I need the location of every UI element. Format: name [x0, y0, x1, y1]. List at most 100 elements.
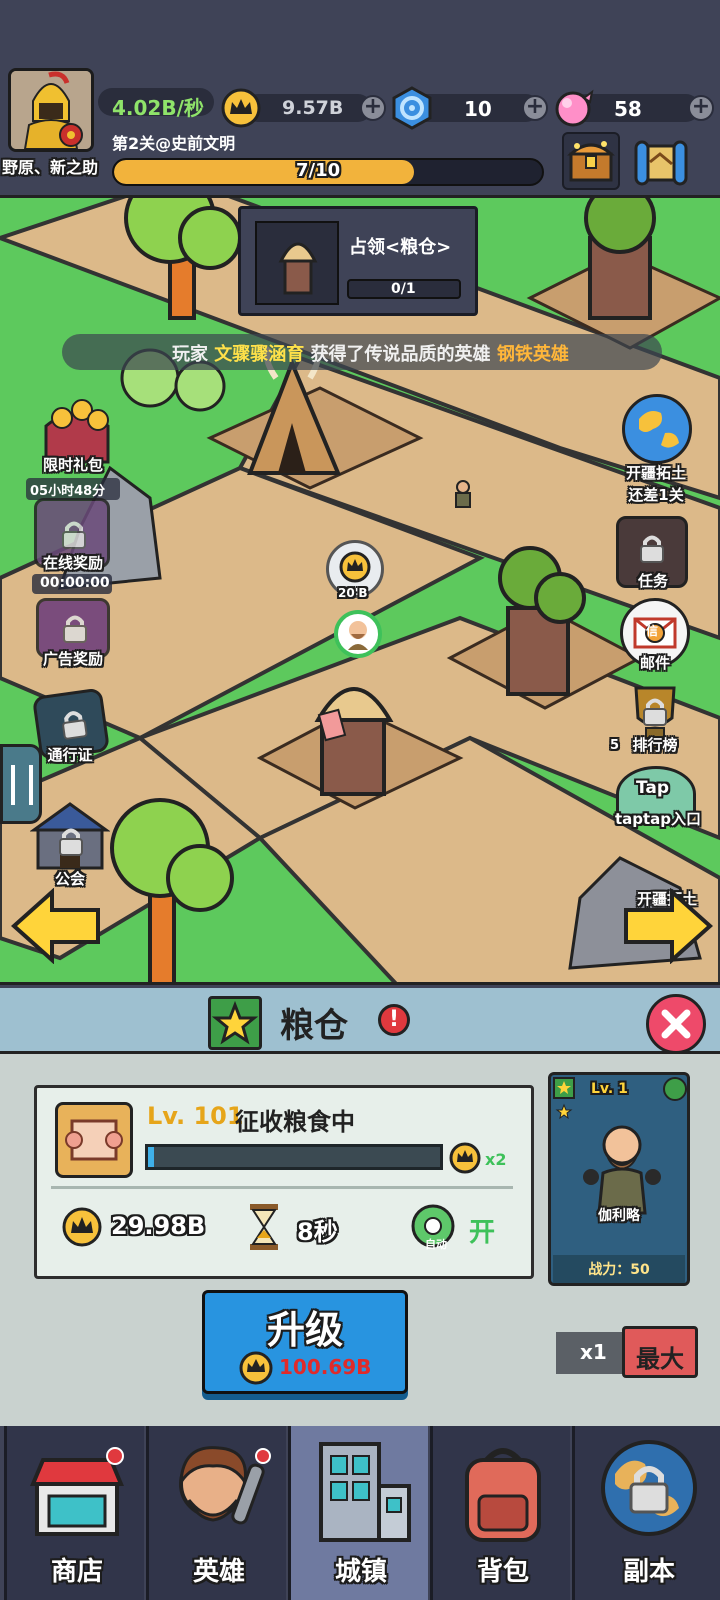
- map-scroll-button[interactable]: [630, 132, 692, 190]
- candy-count: 58: [614, 97, 642, 121]
- limited-gift-timer: 05小时48分: [30, 484, 106, 499]
- lock-icon: [61, 519, 87, 549]
- nav-town-label: 城镇: [334, 1557, 387, 1587]
- building-status: 征收粮食中: [235, 1108, 355, 1136]
- mail-badge-text: 信: [646, 624, 659, 638]
- upgrade-button[interactable]: 升级 100.69B: [202, 1290, 408, 1394]
- taptap-label: taptap入口: [614, 810, 702, 828]
- mail-label: 邮件: [639, 654, 670, 672]
- limited-gift-label: 限时礼包: [42, 456, 103, 474]
- gem-count: 10: [464, 97, 492, 121]
- villager-sprite: [452, 480, 474, 512]
- leaderboard-label: 排行榜: [632, 736, 678, 754]
- assigned-hero-card[interactable]: Lv. 1 伽利略 战力：50: [548, 1072, 690, 1286]
- nav-town[interactable]: 城镇: [288, 1426, 428, 1600]
- alert-icon[interactable]: !: [378, 1004, 410, 1036]
- crown-icon: [239, 1351, 273, 1385]
- crown-icon: [220, 88, 262, 128]
- guild-button[interactable]: [29, 798, 111, 874]
- lock-icon: [59, 707, 89, 740]
- add-candy-button[interactable]: +: [688, 95, 714, 121]
- upgrade-cost: 100.69B: [279, 1355, 372, 1379]
- nav-shop-label: 商店: [50, 1557, 103, 1587]
- quest-panel[interactable]: 占领<粮仓> 0/1: [238, 206, 478, 316]
- collect-progress-fill: [148, 1147, 154, 1167]
- hero-level: Lv. 1: [591, 1081, 628, 1097]
- lock-icon: [58, 826, 84, 856]
- expand-territory-button[interactable]: [622, 394, 692, 464]
- treasure-chest-button[interactable]: [562, 132, 620, 190]
- building-level: Lv. 101: [147, 1102, 244, 1130]
- top-hud: 4.02B/秒 9.57B + 10 + 58 + 第2关@史前文明 野原、新之…: [0, 0, 720, 195]
- building-info-card: Lv. 101 征收粮食中 x2 29.98B 8秒 自动 开: [34, 1085, 534, 1279]
- quantity-label: x1: [580, 1340, 607, 1364]
- collect-multiplier: x2: [485, 1150, 507, 1169]
- hero-class-icon: [663, 1077, 687, 1101]
- candy-icon: [552, 88, 594, 130]
- online-reward-timer: 00:00:00: [40, 575, 110, 591]
- lock-icon: [62, 613, 88, 643]
- stage-progress-fill: [114, 160, 414, 184]
- max-label: 最大: [636, 1345, 684, 1373]
- game-map[interactable]: 占领<粮仓> 0/1 玩家 文骤骤涵育 获得了传说品质的英雄 钢铁英雄 20'B…: [0, 195, 720, 985]
- granary-quest-icon: [255, 221, 339, 305]
- auto-label: 自动: [425, 1238, 447, 1251]
- left-arrow-button[interactable]: [10, 887, 102, 965]
- crown-icon: [61, 1206, 103, 1248]
- add-gold-button[interactable]: +: [360, 95, 386, 121]
- quest-progress-text: 0/1: [391, 281, 416, 297]
- panel-header: 粮仓 !: [0, 988, 720, 1054]
- nav-dungeon-label: 副本: [622, 1557, 675, 1587]
- nav-heroes[interactable]: 英雄: [146, 1426, 286, 1600]
- quest-log-label: 任务: [637, 572, 668, 590]
- nav-heroes-label: 英雄: [192, 1557, 245, 1587]
- right-arrow-button[interactable]: [622, 887, 714, 965]
- production-timer: 8秒: [297, 1218, 338, 1246]
- caveman-icon: [163, 1434, 275, 1546]
- income-rate: 4.02B/秒: [112, 96, 204, 120]
- star-badge-icon: [208, 996, 262, 1050]
- production-amount: 29.98B: [111, 1212, 206, 1240]
- region-name: 野原、新之助: [2, 158, 99, 177]
- gold-amount: 9.57B: [282, 97, 344, 119]
- shop-icon: [27, 1444, 127, 1544]
- guild-label: 公会: [54, 870, 85, 888]
- expand-territory-sub: 还差1关: [628, 486, 684, 504]
- scroll-item-icon: [55, 1102, 133, 1178]
- auto-state[interactable]: 开: [469, 1212, 495, 1249]
- nav-shop[interactable]: 商店: [4, 1426, 144, 1600]
- nav-dungeon[interactable]: 副本: [572, 1426, 720, 1600]
- panel-title: 粮仓: [280, 1006, 348, 1046]
- add-gems-button[interactable]: +: [522, 95, 548, 121]
- hero-name: 伽利略: [598, 1208, 640, 1224]
- stage-title: 第2关@史前文明: [112, 134, 236, 153]
- hourglass-icon: [247, 1202, 281, 1252]
- nav-backpack-label: 背包: [476, 1557, 529, 1587]
- building-icon: [305, 1436, 417, 1546]
- ad-reward-label: 广告奖励: [42, 650, 103, 668]
- lock-icon: [639, 533, 665, 563]
- swirl-gem-icon: [390, 86, 434, 130]
- close-button[interactable]: [646, 994, 706, 1054]
- expand-territory-label: 开疆拓土: [625, 464, 686, 482]
- star-icon: [553, 1077, 575, 1099]
- stage-progress-text: 7/10: [296, 160, 341, 181]
- player-avatar[interactable]: [8, 68, 94, 152]
- card-divider: [51, 1186, 513, 1189]
- lock-icon: [642, 696, 668, 726]
- online-reward-label: 在线奖励: [42, 554, 103, 572]
- nav-backpack[interactable]: 背包: [430, 1426, 570, 1600]
- bottom-nav: 商店 英雄 城镇 背包 副本: [0, 1426, 720, 1600]
- small-star-icon: [555, 1103, 573, 1121]
- hero-bubble-avatar[interactable]: [334, 610, 382, 658]
- upgrade-label: 升级: [266, 1308, 343, 1352]
- max-button[interactable]: 最大: [622, 1326, 698, 1378]
- quest-title: 占领<粮仓>: [349, 237, 452, 258]
- pass-label: 通行证: [47, 746, 93, 764]
- broadcast-text: 玩家 文骤骤涵育 获得了传说品质的英雄 钢铁英雄: [172, 344, 569, 365]
- backpack-icon: [453, 1440, 553, 1544]
- gold-bubble-amount: 20'B: [338, 586, 368, 600]
- globe-locked-icon: [595, 1434, 703, 1544]
- crown-icon: [449, 1142, 481, 1174]
- galileo-portrait: [577, 1115, 667, 1215]
